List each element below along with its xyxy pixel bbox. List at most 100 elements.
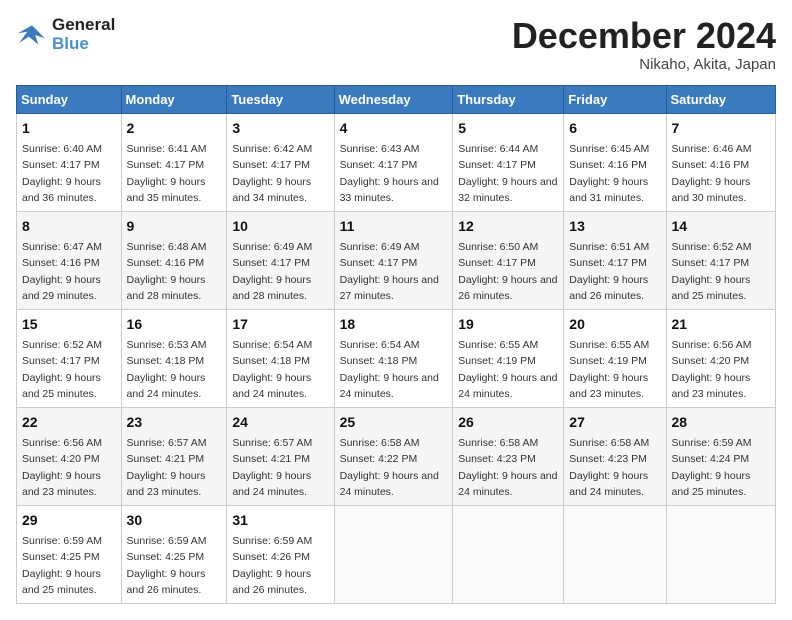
day-detail: Sunrise: 6:47 AMSunset: 4:16 PMDaylight:…: [22, 241, 102, 303]
calendar-cell: 12 Sunrise: 6:50 AMSunset: 4:17 PMDayligh…: [453, 211, 564, 309]
calendar-week-row: 29Sunrise: 6:59 AMSunset: 4:25 PMDayligh…: [17, 505, 776, 603]
day-number: 9: [127, 216, 222, 237]
day-detail: Sunrise: 6:50 AMSunset: 4:17 PMDaylight:…: [458, 241, 557, 303]
calendar-cell: 30 Sunrise: 6:59 AMSunset: 4:25 PMDayligh…: [121, 505, 227, 603]
calendar-cell: [334, 505, 453, 603]
day-number: 13: [569, 216, 660, 237]
calendar-cell: 17 Sunrise: 6:54 AMSunset: 4:18 PMDayligh…: [227, 309, 334, 407]
calendar-cell: 14Sunrise: 6:52 AMSunset: 4:17 PMDayligh…: [666, 211, 775, 309]
day-header-saturday: Saturday: [666, 85, 775, 113]
day-number: 26: [458, 412, 558, 433]
day-header-wednesday: Wednesday: [334, 85, 453, 113]
day-number: 3: [232, 118, 328, 139]
calendar-cell: 16Sunrise: 6:53 AMSunset: 4:18 PMDayligh…: [121, 309, 227, 407]
day-detail: Sunrise: 6:57 AMSunset: 4:21 PMDaylight:…: [232, 437, 312, 499]
calendar-cell: 1 Sunrise: 6:40 AMSunset: 4:17 PMDaylight…: [17, 113, 122, 211]
day-detail: Sunrise: 6:52 AMSunset: 4:17 PMDaylight:…: [22, 339, 102, 401]
page-header: General Blue December 2024 Nikaho, Akita…: [16, 16, 776, 73]
day-number: 30: [127, 510, 222, 531]
day-detail: Sunrise: 6:55 AMSunset: 4:19 PMDaylight:…: [569, 339, 649, 401]
calendar-cell: 18 Sunrise: 6:54 AMSunset: 4:18 PMDayligh…: [334, 309, 453, 407]
calendar-cell: 19 Sunrise: 6:55 AMSunset: 4:19 PMDayligh…: [453, 309, 564, 407]
calendar-cell: 31 Sunrise: 6:59 AMSunset: 4:26 PMDayligh…: [227, 505, 334, 603]
calendar-week-row: 8Sunrise: 6:47 AMSunset: 4:16 PMDaylight…: [17, 211, 776, 309]
day-number: 25: [340, 412, 448, 433]
day-number: 31: [232, 510, 328, 531]
day-number: 24: [232, 412, 328, 433]
day-detail: Sunrise: 6:52 AMSunset: 4:17 PMDaylight:…: [672, 241, 752, 303]
day-number: 20: [569, 314, 660, 335]
day-detail: Sunrise: 6:59 AMSunset: 4:24 PMDaylight:…: [672, 437, 752, 499]
day-number: 23: [127, 412, 222, 433]
day-detail: Sunrise: 6:59 AMSunset: 4:25 PMDaylight:…: [22, 535, 102, 597]
day-detail: Sunrise: 6:59 AMSunset: 4:26 PMDaylight:…: [232, 535, 312, 597]
day-detail: Sunrise: 6:54 AMSunset: 4:18 PMDaylight:…: [340, 339, 439, 401]
day-detail: Sunrise: 6:51 AMSunset: 4:17 PMDaylight:…: [569, 241, 649, 303]
day-detail: Sunrise: 6:59 AMSunset: 4:25 PMDaylight:…: [127, 535, 207, 597]
day-number: 15: [22, 314, 116, 335]
day-detail: Sunrise: 6:42 AMSunset: 4:17 PMDaylight:…: [232, 143, 312, 205]
day-number: 17: [232, 314, 328, 335]
location-subtitle: Nikaho, Akita, Japan: [512, 56, 776, 73]
calendar-cell: [666, 505, 775, 603]
calendar-cell: 8Sunrise: 6:47 AMSunset: 4:16 PMDaylight…: [17, 211, 122, 309]
calendar-cell: 15 Sunrise: 6:52 AMSunset: 4:17 PMDayligh…: [17, 309, 122, 407]
day-detail: Sunrise: 6:41 AMSunset: 4:17 PMDaylight:…: [127, 143, 207, 205]
day-number: 6: [569, 118, 660, 139]
calendar-week-row: 1 Sunrise: 6:40 AMSunset: 4:17 PMDaylight…: [17, 113, 776, 211]
day-number: 2: [127, 118, 222, 139]
title-block: December 2024 Nikaho, Akita, Japan: [512, 16, 776, 73]
day-number: 7: [672, 118, 770, 139]
calendar-cell: 4 Sunrise: 6:43 AMSunset: 4:17 PMDaylight…: [334, 113, 453, 211]
day-number: 10: [232, 216, 328, 237]
days-header-row: SundayMondayTuesdayWednesdayThursdayFrid…: [17, 85, 776, 113]
day-detail: Sunrise: 6:58 AMSunset: 4:23 PMDaylight:…: [569, 437, 649, 499]
calendar-cell: 27 Sunrise: 6:58 AMSunset: 4:23 PMDayligh…: [564, 407, 666, 505]
logo: General Blue: [16, 16, 115, 53]
calendar-cell: 20 Sunrise: 6:55 AMSunset: 4:19 PMDayligh…: [564, 309, 666, 407]
day-detail: Sunrise: 6:44 AMSunset: 4:17 PMDaylight:…: [458, 143, 557, 205]
day-detail: Sunrise: 6:58 AMSunset: 4:22 PMDaylight:…: [340, 437, 439, 499]
day-detail: Sunrise: 6:58 AMSunset: 4:23 PMDaylight:…: [458, 437, 557, 499]
day-header-thursday: Thursday: [453, 85, 564, 113]
calendar-cell: 2 Sunrise: 6:41 AMSunset: 4:17 PMDaylight…: [121, 113, 227, 211]
day-header-monday: Monday: [121, 85, 227, 113]
day-detail: Sunrise: 6:53 AMSunset: 4:18 PMDaylight:…: [127, 339, 207, 401]
calendar-cell: 22Sunrise: 6:56 AMSunset: 4:20 PMDayligh…: [17, 407, 122, 505]
calendar-cell: [453, 505, 564, 603]
day-number: 22: [22, 412, 116, 433]
day-detail: Sunrise: 6:43 AMSunset: 4:17 PMDaylight:…: [340, 143, 439, 205]
calendar-cell: 10 Sunrise: 6:49 AMSunset: 4:17 PMDayligh…: [227, 211, 334, 309]
calendar-table: SundayMondayTuesdayWednesdayThursdayFrid…: [16, 85, 776, 604]
month-title: December 2024: [512, 16, 776, 56]
calendar-cell: [564, 505, 666, 603]
day-detail: Sunrise: 6:48 AMSunset: 4:16 PMDaylight:…: [127, 241, 207, 303]
day-detail: Sunrise: 6:49 AMSunset: 4:17 PMDaylight:…: [340, 241, 439, 303]
calendar-cell: 28Sunrise: 6:59 AMSunset: 4:24 PMDayligh…: [666, 407, 775, 505]
day-detail: Sunrise: 6:40 AMSunset: 4:17 PMDaylight:…: [22, 143, 102, 205]
day-number: 5: [458, 118, 558, 139]
day-number: 18: [340, 314, 448, 335]
calendar-cell: 13 Sunrise: 6:51 AMSunset: 4:17 PMDayligh…: [564, 211, 666, 309]
day-header-friday: Friday: [564, 85, 666, 113]
calendar-cell: 29Sunrise: 6:59 AMSunset: 4:25 PMDayligh…: [17, 505, 122, 603]
day-number: 11: [340, 216, 448, 237]
day-number: 12: [458, 216, 558, 237]
calendar-week-row: 22Sunrise: 6:56 AMSunset: 4:20 PMDayligh…: [17, 407, 776, 505]
day-detail: Sunrise: 6:49 AMSunset: 4:17 PMDaylight:…: [232, 241, 312, 303]
calendar-cell: 9 Sunrise: 6:48 AMSunset: 4:16 PMDaylight…: [121, 211, 227, 309]
logo-bird-icon: [16, 19, 48, 51]
calendar-cell: 5 Sunrise: 6:44 AMSunset: 4:17 PMDaylight…: [453, 113, 564, 211]
calendar-cell: 3 Sunrise: 6:42 AMSunset: 4:17 PMDaylight…: [227, 113, 334, 211]
day-detail: Sunrise: 6:55 AMSunset: 4:19 PMDaylight:…: [458, 339, 557, 401]
day-detail: Sunrise: 6:56 AMSunset: 4:20 PMDaylight:…: [672, 339, 752, 401]
day-number: 4: [340, 118, 448, 139]
day-number: 27: [569, 412, 660, 433]
day-detail: Sunrise: 6:54 AMSunset: 4:18 PMDaylight:…: [232, 339, 312, 401]
calendar-cell: 6 Sunrise: 6:45 AMSunset: 4:16 PMDaylight…: [564, 113, 666, 211]
day-detail: Sunrise: 6:45 AMSunset: 4:16 PMDaylight:…: [569, 143, 649, 205]
day-number: 19: [458, 314, 558, 335]
day-header-sunday: Sunday: [17, 85, 122, 113]
day-header-tuesday: Tuesday: [227, 85, 334, 113]
day-number: 1: [22, 118, 116, 139]
